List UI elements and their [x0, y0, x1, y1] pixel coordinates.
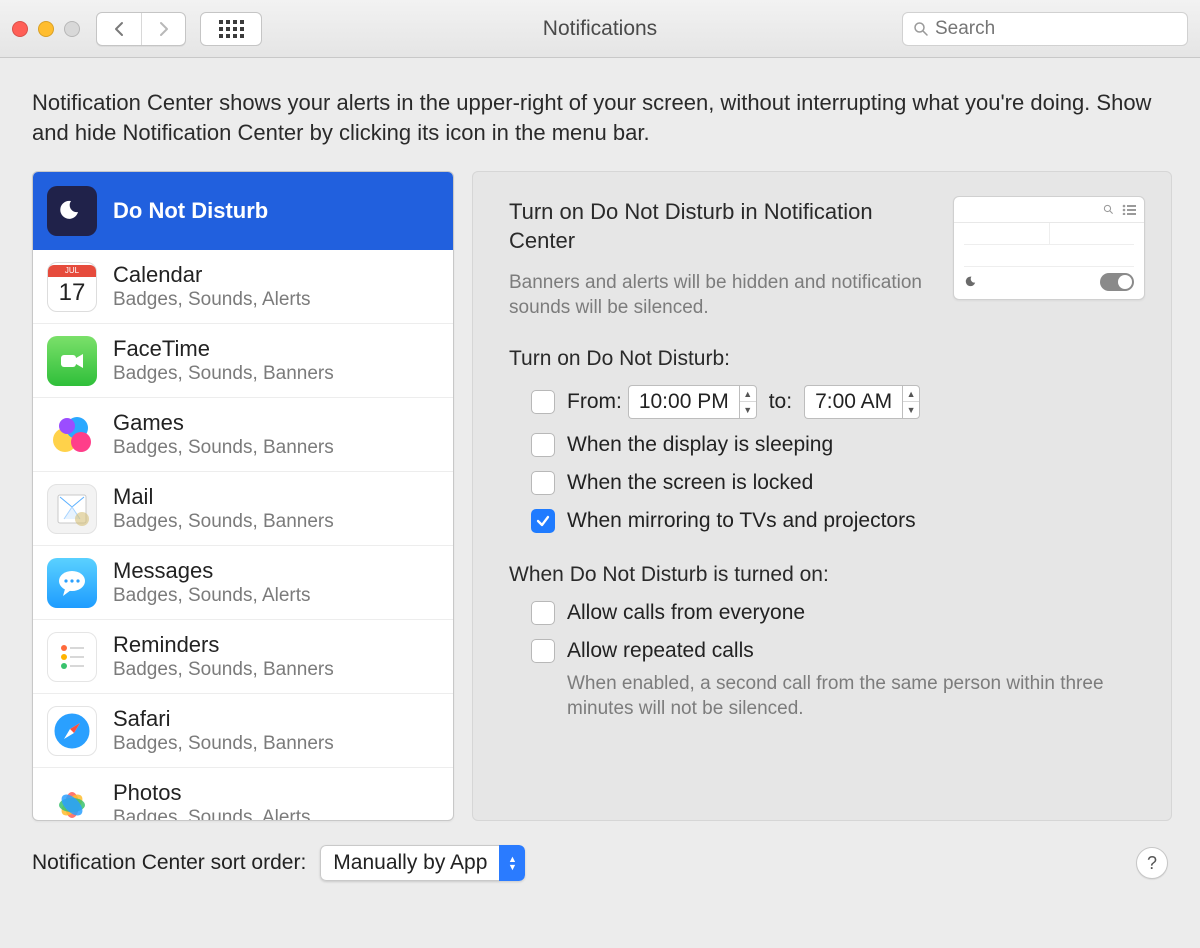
search-field[interactable]: [902, 12, 1188, 46]
facetime-icon: [47, 336, 97, 386]
sidebar-item-do-not-disturb[interactable]: Do Not Disturb: [33, 172, 453, 250]
sidebar-item-sub: Badges, Sounds, Banners: [113, 511, 334, 533]
sidebar-item-safari[interactable]: Safari Badges, Sounds, Banners: [33, 694, 453, 768]
sidebar-item-label: Calendar: [113, 263, 311, 287]
to-time-value[interactable]: 7:00 AM: [804, 385, 902, 419]
opt-allow-repeated-label: Allow repeated calls: [567, 639, 754, 663]
close-window-button[interactable]: [12, 21, 28, 37]
from-time-stepper[interactable]: ▲▼: [739, 385, 757, 419]
section-turn-on: Turn on Do Not Disturb:: [509, 347, 1143, 371]
from-time-field[interactable]: 10:00 PM ▲▼: [628, 385, 757, 419]
sort-order-select[interactable]: Manually by App ▲▼: [320, 845, 525, 881]
sidebar-item-label: Photos: [113, 781, 311, 805]
dnd-icon: [47, 186, 97, 236]
minimize-window-button[interactable]: [38, 21, 54, 37]
search-icon: [1103, 204, 1114, 215]
checkbox-display-sleeping[interactable]: [531, 433, 555, 457]
sidebar-item-photos[interactable]: Photos Badges, Sounds, Alerts: [33, 768, 453, 821]
dnd-preview-illustration: [953, 196, 1145, 300]
sidebar-item-messages[interactable]: Messages Badges, Sounds, Alerts: [33, 546, 453, 620]
opt-display-sleeping-label: When the display is sleeping: [567, 433, 833, 457]
from-time-value[interactable]: 10:00 PM: [628, 385, 739, 419]
sidebar-item-reminders[interactable]: Reminders Badges, Sounds, Banners: [33, 620, 453, 694]
sidebar-item-label: Safari: [113, 707, 334, 731]
opt-display-sleeping-row: When the display is sleeping: [509, 433, 1143, 457]
sort-order-label: Notification Center sort order:: [32, 851, 306, 875]
sort-order-value: Manually by App: [320, 845, 499, 881]
opt-schedule-row: From: 10:00 PM ▲▼ to: 7:00 AM ▲▼: [509, 385, 1143, 419]
show-all-prefs-button[interactable]: [200, 12, 262, 46]
detail-heading-desc: Banners and alerts will be hidden and no…: [509, 270, 939, 321]
reminders-icon: [47, 632, 97, 682]
search-icon: [913, 21, 929, 37]
sidebar-item-calendar[interactable]: JUL 17 Calendar Badges, Sounds, Alerts: [33, 250, 453, 324]
sidebar-item-label: Reminders: [113, 633, 334, 657]
sidebar-item-label: FaceTime: [113, 337, 334, 361]
checkbox-screen-locked[interactable]: [531, 471, 555, 495]
section-when-on: When Do Not Disturb is turned on:: [509, 563, 1143, 587]
forward-button[interactable]: [141, 13, 185, 45]
opt-allow-repeated-row: Allow repeated calls: [509, 639, 1143, 663]
nav-back-forward: [96, 12, 186, 46]
to-time-stepper[interactable]: ▲▼: [902, 385, 920, 419]
opt-screen-locked-label: When the screen is locked: [567, 471, 813, 495]
moon-icon: [964, 274, 980, 290]
photos-icon: [47, 780, 97, 821]
games-icon: [47, 410, 97, 460]
opt-screen-locked-row: When the screen is locked: [509, 471, 1143, 495]
sidebar-item-label: Mail: [113, 485, 334, 509]
sidebar-item-label: Messages: [113, 559, 311, 583]
sidebar-item-facetime[interactable]: FaceTime Badges, Sounds, Banners: [33, 324, 453, 398]
calendar-icon: JUL 17: [47, 262, 97, 312]
sidebar-item-sub: Badges, Sounds, Alerts: [113, 807, 311, 821]
checkbox-allow-repeated[interactable]: [531, 639, 555, 663]
switch-icon: [1100, 273, 1134, 291]
safari-icon: [47, 706, 97, 756]
sidebar-item-label: Do Not Disturb: [113, 199, 268, 223]
detail-pane: Turn on Do Not Disturb in Notification C…: [472, 171, 1172, 821]
window-controls: [12, 21, 80, 37]
to-label: to:: [769, 390, 792, 414]
back-button[interactable]: [97, 13, 141, 45]
grid-icon: [219, 20, 244, 38]
zoom-window-button: [64, 21, 80, 37]
app-list[interactable]: Do Not Disturb JUL 17 Calendar Badges, S…: [32, 171, 454, 821]
select-arrows-icon: ▲▼: [499, 845, 525, 881]
sidebar-item-sub: Badges, Sounds, Banners: [113, 437, 334, 459]
sidebar-item-sub: Badges, Sounds, Alerts: [113, 585, 311, 607]
intro-text: Notification Center shows your alerts in…: [0, 58, 1200, 157]
from-label: From:: [567, 390, 622, 414]
sidebar-item-sub: Badges, Sounds, Banners: [113, 363, 334, 385]
sidebar-item-sub: Badges, Sounds, Banners: [113, 733, 334, 755]
checkbox-mirroring[interactable]: [531, 509, 555, 533]
search-input[interactable]: [935, 18, 1177, 40]
checkbox-schedule[interactable]: [531, 390, 555, 414]
detail-heading: Turn on Do Not Disturb in Notification C…: [509, 198, 939, 255]
sidebar-item-games[interactable]: Games Badges, Sounds, Banners: [33, 398, 453, 472]
sidebar-item-label: Games: [113, 411, 334, 435]
to-time-field[interactable]: 7:00 AM ▲▼: [804, 385, 920, 419]
list-icon: [1122, 204, 1136, 215]
opt-mirroring-row: When mirroring to TVs and projectors: [509, 509, 1143, 533]
checkbox-allow-everyone[interactable]: [531, 601, 555, 625]
sidebar-item-sub: Badges, Sounds, Banners: [113, 659, 334, 681]
sidebar-item-mail[interactable]: Mail Badges, Sounds, Banners: [33, 472, 453, 546]
messages-icon: [47, 558, 97, 608]
mail-icon: [47, 484, 97, 534]
titlebar: Notifications: [0, 0, 1200, 58]
opt-mirroring-label: When mirroring to TVs and projectors: [567, 509, 916, 533]
opt-allow-everyone-row: Allow calls from everyone: [509, 601, 1143, 625]
repeated-hint: When enabled, a second call from the sam…: [509, 663, 1109, 722]
sidebar-item-sub: Badges, Sounds, Alerts: [113, 289, 311, 311]
opt-allow-everyone-label: Allow calls from everyone: [567, 601, 805, 625]
footer: Notification Center sort order: Manually…: [0, 821, 1200, 881]
help-button[interactable]: ?: [1136, 847, 1168, 879]
